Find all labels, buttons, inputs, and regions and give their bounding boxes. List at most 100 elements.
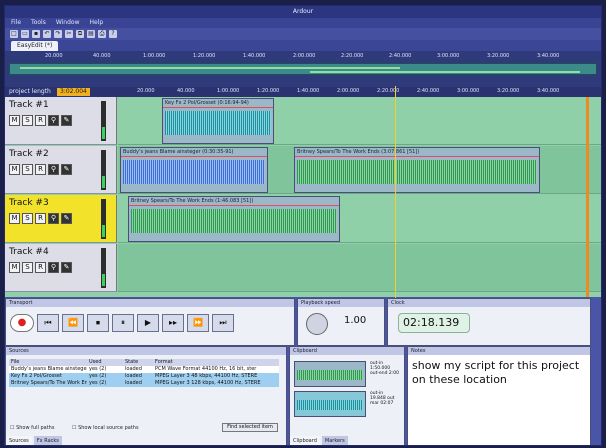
mute-button[interactable]: M bbox=[9, 164, 20, 175]
solo-button[interactable]: S bbox=[22, 164, 33, 175]
table-row[interactable]: Key Fx 2 Pol/Grosset yes (2) loaded MPEG… bbox=[9, 373, 279, 380]
edit-icon[interactable]: ✎ bbox=[61, 164, 72, 175]
new-icon[interactable]: □ bbox=[10, 30, 18, 38]
track-name: Track #1 bbox=[9, 100, 49, 110]
mute-button[interactable]: M bbox=[9, 213, 20, 224]
volume-envelope[interactable] bbox=[295, 156, 539, 157]
clock-panel: Clock 02:18.139 bbox=[387, 298, 591, 346]
column-header[interactable]: File bbox=[9, 359, 87, 366]
checkbox-label: Show local source paths bbox=[78, 425, 139, 431]
copy-icon[interactable]: ⧉ bbox=[76, 30, 84, 38]
volume-envelope[interactable] bbox=[129, 205, 339, 206]
clock-display: 02:18.139 bbox=[398, 313, 470, 333]
cell-used: yes (2) bbox=[89, 373, 107, 379]
overview-region bbox=[310, 71, 580, 73]
redo-icon[interactable]: ↷ bbox=[54, 30, 62, 38]
cut-icon[interactable]: ✂ bbox=[65, 30, 73, 38]
notes-textarea[interactable]: show my script for this project on these… bbox=[412, 359, 586, 387]
effects-icon[interactable]: ⚲ bbox=[48, 262, 59, 273]
volume-envelope[interactable] bbox=[163, 107, 273, 108]
track-header-3[interactable]: Track #3 M S R ⚲ ✎ bbox=[5, 195, 117, 243]
find-selected-button[interactable]: Find selected item bbox=[222, 423, 278, 432]
waveform bbox=[297, 160, 537, 184]
stop-button[interactable]: ⏹ bbox=[87, 314, 109, 332]
menu-file[interactable]: File bbox=[11, 18, 21, 28]
edit-icon[interactable]: ✎ bbox=[61, 115, 72, 126]
column-header[interactable]: Used bbox=[87, 359, 123, 366]
menu-help[interactable]: Help bbox=[90, 18, 104, 28]
undo-icon[interactable]: ↶ bbox=[43, 30, 51, 38]
tab-clipboard[interactable]: Clipboard bbox=[290, 436, 320, 445]
edit-icon[interactable]: ✎ bbox=[61, 213, 72, 224]
record-button[interactable]: ● bbox=[10, 314, 34, 332]
waveform bbox=[297, 400, 363, 410]
forward-button[interactable]: ⏩ bbox=[187, 314, 209, 332]
speed-knob[interactable] bbox=[306, 313, 328, 335]
track-lane-4[interactable] bbox=[118, 244, 601, 292]
waveform bbox=[131, 209, 337, 233]
mute-button[interactable]: M bbox=[9, 115, 20, 126]
record-arm-button[interactable]: R bbox=[35, 262, 46, 273]
show-full-paths-checkbox[interactable]: ☐ Show full paths bbox=[10, 425, 54, 431]
panel-title: Transport bbox=[6, 299, 294, 307]
help-icon[interactable]: ? bbox=[109, 30, 117, 38]
timeline-ruler[interactable]: 20.000 40.000 1:00.000 1:20.000 1:40.000… bbox=[125, 88, 601, 96]
rewind-button[interactable]: ⏪ bbox=[62, 314, 84, 332]
track-lane-1[interactable]: Key Fx 2 Pol/Grosset (0:16:94-94) bbox=[118, 97, 601, 145]
track-lane-3[interactable]: Britney Spears/To The Work Ends (1:46.08… bbox=[118, 195, 601, 243]
edit-icon[interactable]: ✎ bbox=[61, 262, 72, 273]
rewind-start-button[interactable]: ⏮ bbox=[37, 314, 59, 332]
table-row[interactable]: Britney Spears/To The Work Ends yes (2) … bbox=[9, 380, 279, 387]
record-arm-button[interactable]: R bbox=[35, 213, 46, 224]
print-icon[interactable]: ⎙ bbox=[98, 30, 106, 38]
paste-icon[interactable]: ▤ bbox=[87, 30, 95, 38]
pause-button[interactable]: ⏸ bbox=[112, 314, 134, 332]
volume-envelope[interactable] bbox=[121, 156, 267, 157]
show-local-paths-checkbox[interactable]: ☐ Show local source paths bbox=[72, 425, 139, 431]
clip-title: Britney Spears/To The Work Ends (1:46.08… bbox=[131, 198, 254, 204]
track-header-1[interactable]: Track #1 M S R ⚲ ✎ bbox=[5, 97, 117, 145]
effects-icon[interactable]: ⚲ bbox=[48, 115, 59, 126]
audio-clip[interactable]: Key Fx 2 Pol/Grosset (0:16:94-94) bbox=[162, 98, 274, 144]
audio-clip[interactable]: Britney Spears/To The Work Ends (1:46.08… bbox=[128, 196, 340, 242]
playhead-cursor[interactable] bbox=[395, 86, 396, 298]
menu-window[interactable]: Window bbox=[56, 18, 80, 28]
effects-icon[interactable]: ⚲ bbox=[48, 164, 59, 175]
doc-tab[interactable]: EasyEdit (*) bbox=[11, 41, 59, 51]
overview-strip[interactable] bbox=[9, 63, 597, 75]
track-header-2[interactable]: Track #2 M S R ⚲ ✎ bbox=[5, 146, 117, 194]
solo-button[interactable]: S bbox=[22, 115, 33, 126]
ruler-tick: 3:20.000 bbox=[487, 53, 510, 59]
effects-icon[interactable]: ⚲ bbox=[48, 213, 59, 224]
play-button[interactable]: ▶ bbox=[137, 314, 159, 332]
solo-button[interactable]: S bbox=[22, 262, 33, 273]
track-header-4[interactable]: Track #4 M S R ⚲ ✎ bbox=[5, 244, 117, 292]
open-icon[interactable]: ▭ bbox=[21, 30, 29, 38]
project-length-label: project length bbox=[9, 88, 51, 95]
clipboard-item[interactable] bbox=[294, 391, 366, 417]
solo-button[interactable]: S bbox=[22, 213, 33, 224]
table-row[interactable]: Buddy’s jeans Blame ainsteger yes (2) lo… bbox=[9, 366, 279, 373]
audio-clip[interactable]: Britney Spears/To The Work Ends (3:07.86… bbox=[294, 147, 540, 193]
tab-markers[interactable]: Markers bbox=[321, 436, 348, 445]
mute-button[interactable]: M bbox=[9, 262, 20, 273]
audio-clip[interactable]: Buddy’s jeans Blame ainsteger (0:30:35-9… bbox=[120, 147, 268, 193]
clipboard-item[interactable] bbox=[294, 361, 366, 387]
track-lane-2[interactable]: Buddy’s jeans Blame ainsteger (0:30:35-9… bbox=[118, 146, 601, 194]
column-header[interactable]: State bbox=[123, 359, 153, 366]
track-area[interactable]: Track #1 M S R ⚲ ✎ Key Fx 2 Pol/Grosset … bbox=[5, 97, 601, 297]
column-header[interactable]: Format bbox=[153, 359, 279, 366]
window-title: Ardour bbox=[5, 6, 601, 18]
record-arm-button[interactable]: R bbox=[35, 115, 46, 126]
tab-sources[interactable]: Sources bbox=[6, 436, 32, 445]
menu-tools[interactable]: Tools bbox=[31, 18, 46, 28]
tab-fx-racks[interactable]: Fx Racks bbox=[33, 436, 62, 445]
sources-table: File Used State Format Buddy’s jeans Bla… bbox=[9, 359, 279, 387]
play-loop-button[interactable]: ▸▸ bbox=[162, 314, 184, 332]
record-arm-button[interactable]: R bbox=[35, 164, 46, 175]
save-icon[interactable]: ▪ bbox=[32, 30, 40, 38]
cell-state: loaded bbox=[125, 366, 142, 372]
forward-end-button[interactable]: ⏭ bbox=[212, 314, 234, 332]
vertical-scrollbar[interactable] bbox=[586, 97, 589, 297]
overview-timeline[interactable]: 20.000 40.000 1:00.000 1:20.000 1:40.000… bbox=[5, 51, 601, 87]
